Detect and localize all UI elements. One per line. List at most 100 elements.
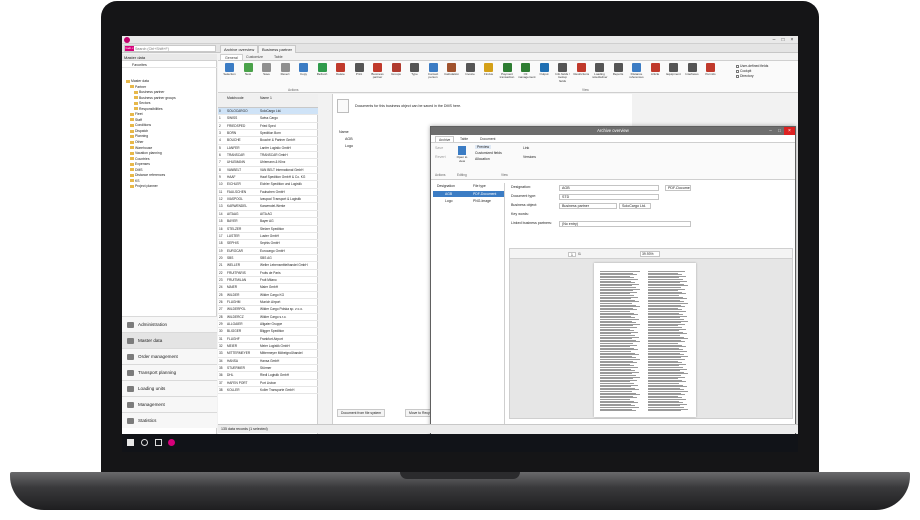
table-row[interactable]: 10 EICHLER Eichler Spedition und Logistik: [218, 181, 318, 189]
table-row[interactable]: 23 FRUITMILAN Fruit Milano: [218, 277, 318, 285]
windows-start-icon[interactable]: [127, 439, 134, 446]
table-row[interactable]: 24 MAIER Maier GmbH: [218, 284, 318, 292]
table-row[interactable]: 4 BOUCHE Bouché & Partner GmbH: [218, 137, 318, 145]
favorites-item[interactable]: Favorites: [122, 62, 217, 68]
ribbon-button-copy[interactable]: Copy: [296, 63, 311, 85]
document-from-file-button[interactable]: Document from file system: [337, 409, 386, 417]
ribbon-button-groups[interactable]: Groups: [389, 63, 404, 85]
designation-field[interactable]: AGB: [559, 185, 659, 191]
ribbon-button-permits[interactable]: Permits: [703, 63, 718, 85]
ribbon-button-business-partner[interactable]: Business partner: [370, 63, 385, 85]
ribbon-button-interfaces[interactable]: Interfaces: [685, 63, 700, 85]
ribbon-button-restrictions[interactable]: Restrictions: [574, 63, 589, 85]
list-col-designation[interactable]: Designation: [437, 184, 455, 188]
tree-item-project-planner[interactable]: Project planner: [126, 184, 216, 190]
table-row[interactable]: 20 SBS SBS AG: [218, 255, 318, 263]
dms-row-agb[interactable]: AGB: [345, 137, 353, 141]
list-col-filetype[interactable]: File type: [473, 184, 486, 188]
ribbon-button-payment-transaction[interactable]: Payment transaction: [500, 63, 515, 85]
table-row[interactable]: 12 IVASPOOL Ivaspool Transport & Logistik: [218, 196, 318, 204]
linked-field[interactable]: (No entry): [559, 221, 691, 227]
customized-fields-button[interactable]: Customized fields: [475, 151, 502, 155]
app-taskbar-icon[interactable]: [168, 439, 175, 446]
nav-transport-planning[interactable]: Transport planning: [122, 364, 217, 380]
table-row[interactable]: 28 WILDERCZ Wilder Cargo s.r.o.: [218, 314, 318, 321]
ribbon-button-delete[interactable]: Delete: [333, 63, 348, 85]
table-row[interactable]: 32 MEIER Meier Logistik GmbH: [218, 343, 318, 351]
list-row-agb[interactable]: AGB PDF-Document: [433, 191, 504, 197]
ribbon-button-type[interactable]: Type: [407, 63, 422, 85]
ribbon-button-loading-note-deliver[interactable]: Loading note/deliver: [592, 63, 608, 85]
table-row[interactable]: 35 STUERMER Stürmer: [218, 365, 318, 373]
table-row[interactable]: 36 DHL Riedl Logistik GmbH: [218, 372, 318, 380]
archive-minimize-button[interactable]: –: [766, 127, 775, 135]
table-row[interactable]: 9 HAAF Haaf Spedition GmbH & Co. KG: [218, 174, 318, 182]
table-row[interactable]: 27 WILDERPOL Wilder Cargo Polska sp. z o.o…: [218, 306, 318, 314]
table-row[interactable]: 25 WILDER Wilder Cargo KG: [218, 292, 318, 299]
ribbon-button-distance-references[interactable]: Distance references: [629, 63, 644, 85]
ribbon-button-print[interactable]: Print: [352, 63, 367, 85]
nav-statistics[interactable]: Statistics: [122, 412, 217, 428]
table-row[interactable]: 7 UHLEMANN Uhlemann & Klinz: [218, 159, 318, 167]
ribbon-button-calculation[interactable]: Calculation: [444, 63, 459, 85]
table-row[interactable]: 1 SWISS Swiss Cargo: [218, 115, 318, 123]
ribbon-button-findus[interactable]: Findus: [481, 63, 496, 85]
table-row[interactable]: 14 AITAAG AITA AG: [218, 211, 318, 219]
table-row[interactable]: 13 KARWENDEL Karwendel-Werke: [218, 203, 318, 211]
archive-revert-button[interactable]: Revert: [435, 155, 446, 159]
table-row[interactable]: 26 FLUGHM Munich Airport: [218, 299, 318, 307]
app-logo-icon[interactable]: [124, 37, 130, 43]
table-row[interactable]: 31 FLUGHF Frankfurt Airport: [218, 336, 318, 343]
table-row[interactable]: 2 FRIEDSPED Fried Sped: [218, 123, 318, 131]
zoom-field[interactable]: 39.93%: [640, 251, 660, 257]
minimize-button[interactable]: –: [770, 37, 778, 43]
table-row[interactable]: 38 KOLLER Koller Transporte GmbH: [218, 387, 318, 395]
ribbon-button-selection[interactable]: Selection: [222, 63, 237, 85]
ribbon-button-output[interactable]: Output: [537, 63, 552, 85]
table-row[interactable]: 29 ALLGAIER Allgaier Gruppe: [218, 321, 318, 329]
ribbon-button-save[interactable]: Save: [259, 63, 274, 85]
open-to-view-button[interactable]: Open to view: [455, 146, 469, 163]
table-row[interactable]: 22 FRUITPARIS Fruits de Paris: [218, 270, 318, 277]
ribbon-button-info-fields-lookup-fields[interactable]: Info fields / lookup fields: [555, 63, 570, 85]
table-row[interactable]: 11 FAULSCHEN Faulschen GmbH: [218, 189, 318, 197]
allocation-button[interactable]: Allocation: [475, 157, 490, 161]
table-row[interactable]: 8 VANBELT VAN BELT International GmbH: [218, 167, 318, 175]
table-row[interactable]: 19 EUROCAR Eurocargo GmbH: [218, 248, 318, 255]
maximize-button[interactable]: □: [779, 37, 787, 43]
dms-col-name[interactable]: Name: [339, 130, 349, 134]
ribbon-button-oil-management[interactable]: Oil management: [518, 63, 536, 85]
table-row[interactable]: 6 TRANSCAR TRANSCAR GmbH: [218, 152, 318, 160]
table-row[interactable]: 33 MITTERMEYER Mittermeyer Möbelgroßhandel: [218, 350, 318, 358]
ribbon-button-new[interactable]: New: [241, 63, 256, 85]
table-row[interactable]: 0 SOLOCARGO SoloCargo Ltd.: [218, 108, 318, 116]
archive-close-button[interactable]: ×: [784, 127, 795, 135]
table-row[interactable]: 18 SEPHIS Sephis GmbH: [218, 240, 318, 248]
table-row[interactable]: 34 HANSA Hansa GmbH: [218, 358, 318, 366]
search-input[interactable]: Geb.x Search (Ctrl+Shift+F): [124, 45, 216, 52]
table-row[interactable]: 17 LUSTER Luster GmbH: [218, 233, 318, 241]
tab-business-partner[interactable]: Business partner: [258, 45, 297, 53]
table-row[interactable]: 37 HAFEN PORT Port Lisbon: [218, 380, 318, 388]
page-number-field[interactable]: 1: [568, 252, 576, 257]
archive-save-button[interactable]: Save: [435, 146, 443, 150]
object-ref-field[interactable]: SoloCargo Ltd.: [619, 203, 651, 209]
ribbon-button-invoice[interactable]: Invoice: [463, 63, 478, 85]
col-matchcode[interactable]: Matchcode: [227, 96, 244, 100]
nav-management[interactable]: Management: [122, 396, 217, 412]
doctype-field[interactable]: STD: [559, 194, 659, 200]
table-row[interactable]: 16 STELZER Stelzer Spedition: [218, 226, 318, 233]
versions-button[interactable]: Versions: [523, 155, 536, 159]
preview-button[interactable]: Preview: [475, 145, 492, 149]
check-directory[interactable]: Directory: [736, 74, 754, 79]
nav-loading-units[interactable]: Loading units: [122, 380, 217, 396]
table-row[interactable]: 30 BLIGGER Bligger Spedition: [218, 328, 318, 336]
search-icon[interactable]: [141, 439, 148, 446]
object-field[interactable]: Business partner: [559, 203, 617, 209]
col-name1[interactable]: Name 1: [260, 96, 272, 100]
table-row[interactable]: 3 BORN Spedition Born: [218, 130, 318, 138]
link-button[interactable]: Link: [523, 146, 529, 150]
list-row-logo[interactable]: Logo PNG-Image: [433, 198, 504, 204]
ribbon-button-refresh[interactable]: Refresh: [315, 63, 330, 85]
ribbon-button-equipment[interactable]: Equipment: [666, 63, 681, 85]
